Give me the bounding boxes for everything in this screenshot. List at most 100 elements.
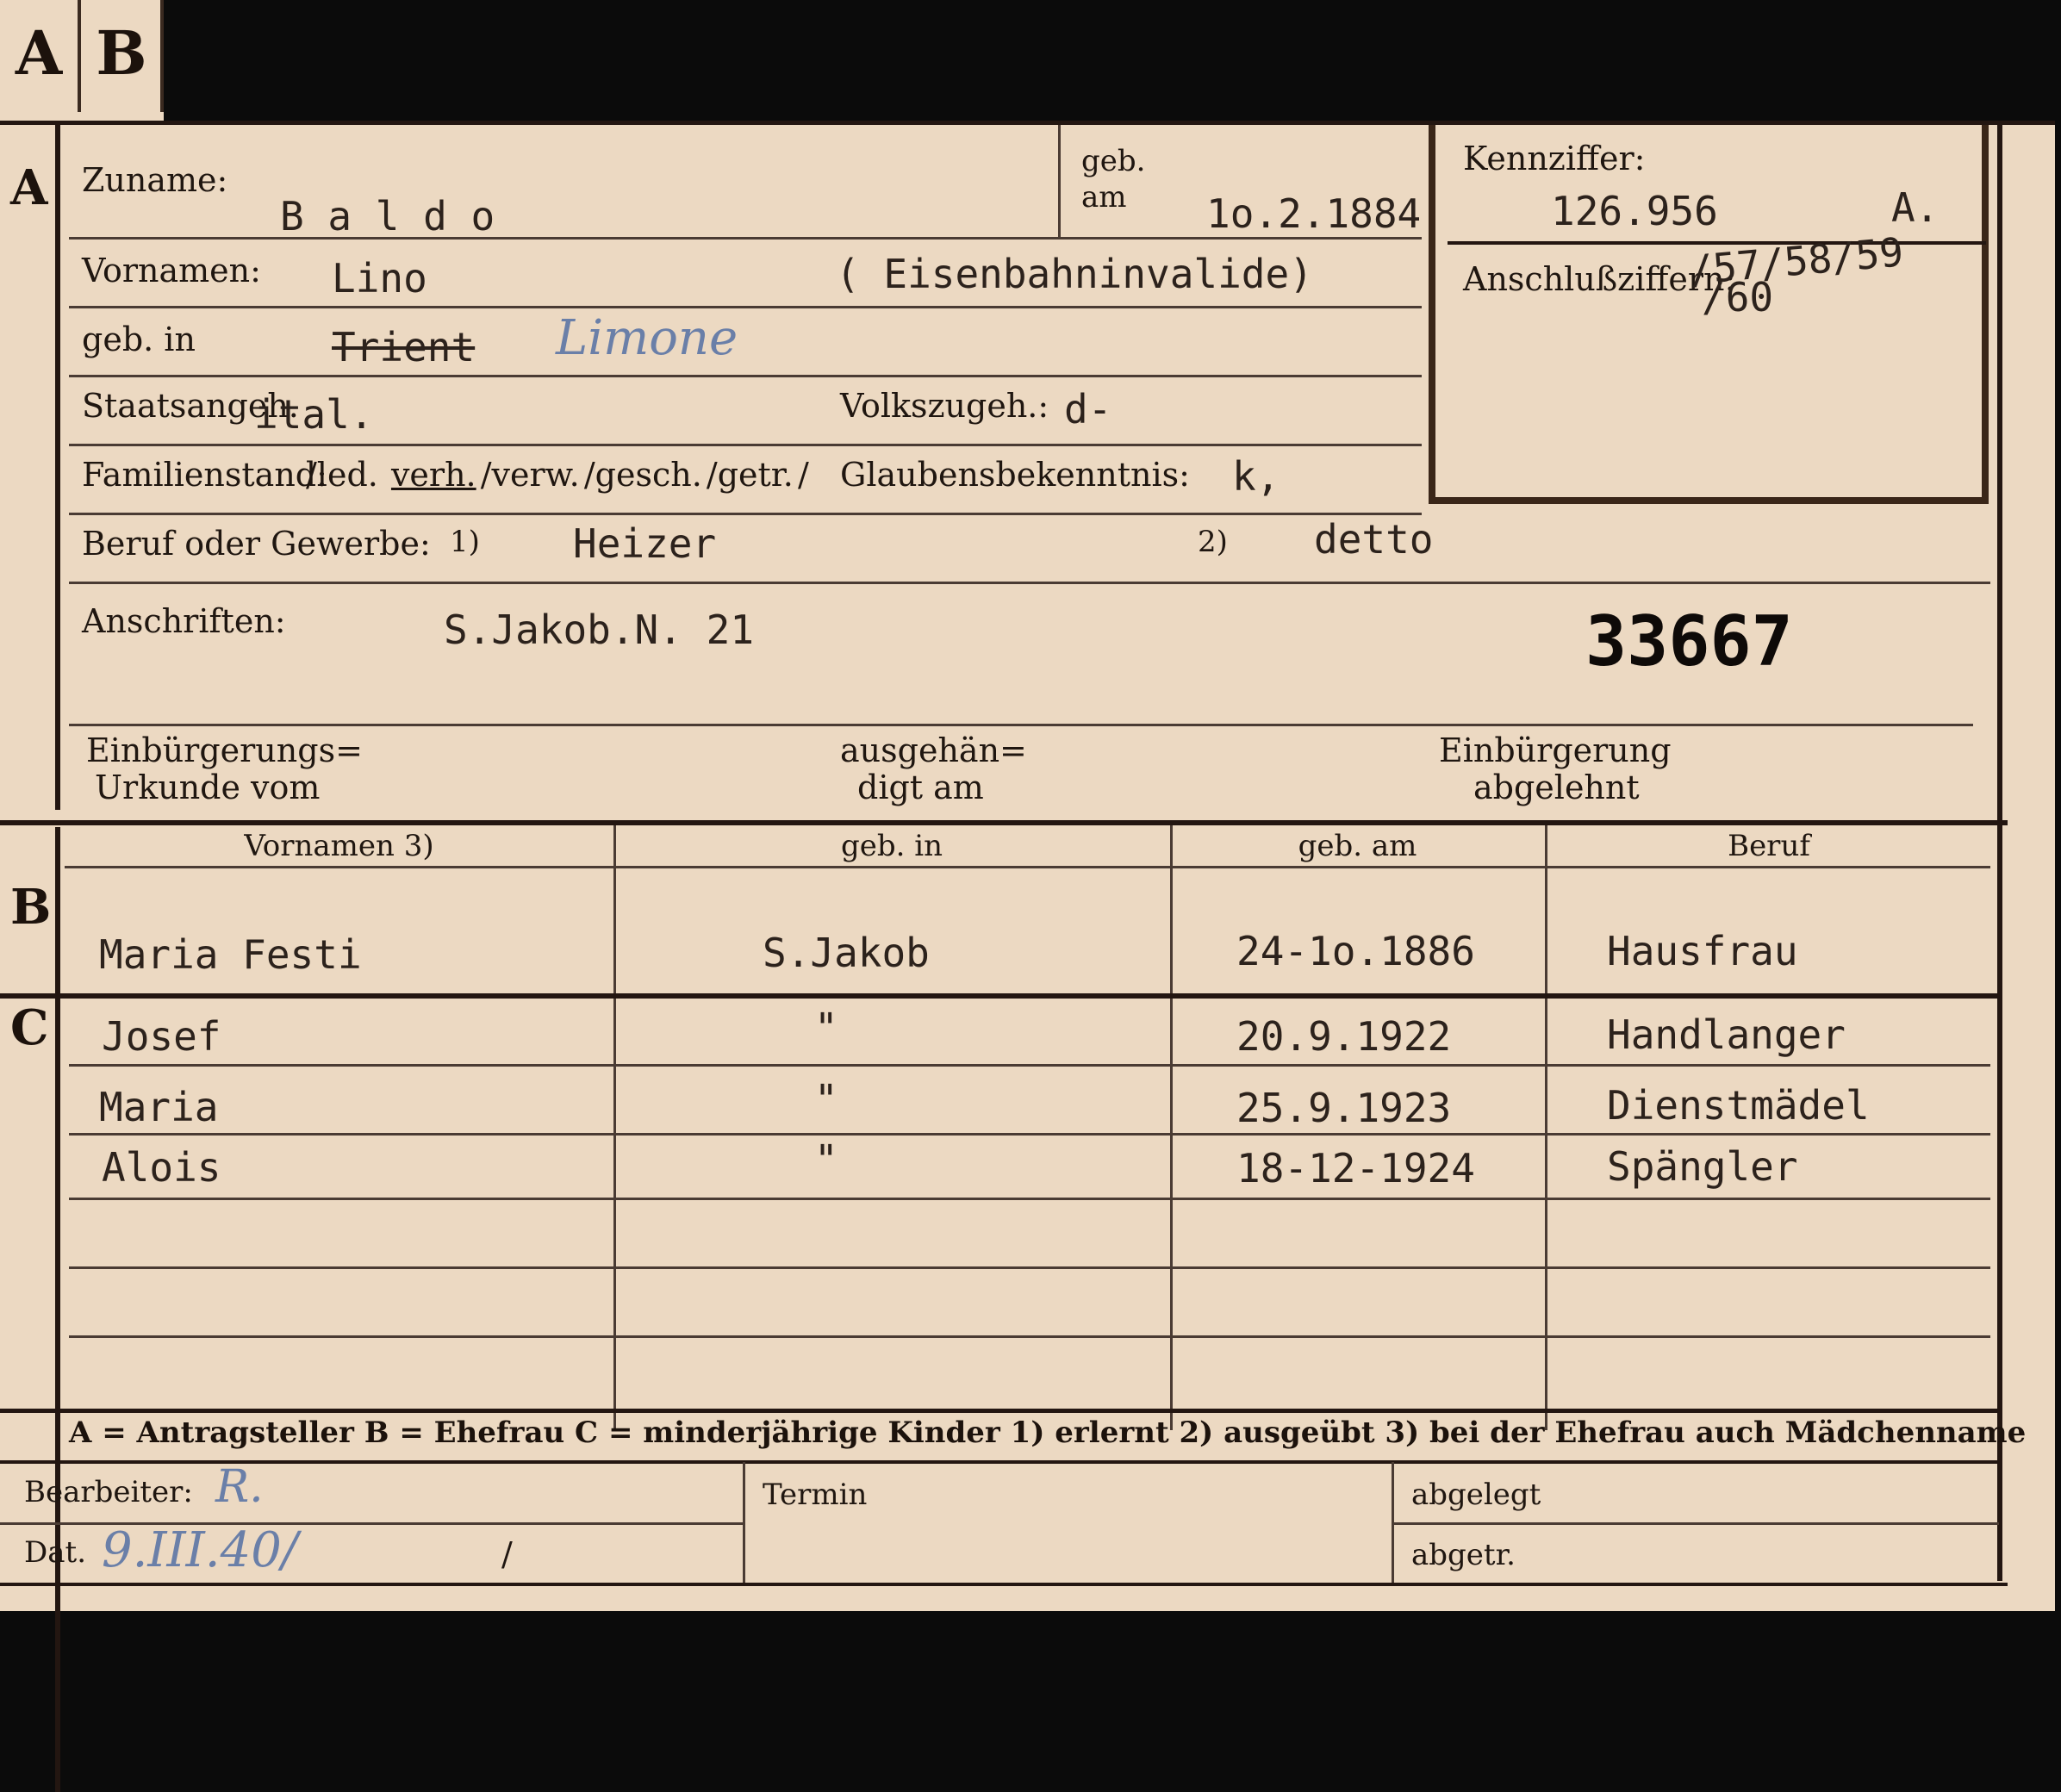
c-row-line-2: [69, 1133, 1990, 1136]
familienstand-getr: /getr.: [706, 456, 794, 494]
vornamen-note: ( Eisenbahninvalide): [836, 251, 1313, 297]
line-section-a-end: [0, 820, 2008, 825]
right-border: [1997, 125, 2002, 1581]
ausgehaendigt-label-1: ausgehän=: [840, 731, 1027, 769]
c-row2-geb-am: 25.9.1923: [1236, 1085, 1452, 1131]
b-header-beruf: Beruf: [1728, 829, 1810, 863]
beruf-label: Beruf oder Gewerbe:: [82, 525, 431, 563]
line-section-b-end: [0, 993, 1999, 999]
beruf-1-marker: 1): [450, 525, 480, 559]
tab-a-top-label: A: [15, 17, 63, 89]
c-row1-beruf: Handlanger: [1607, 1011, 1846, 1058]
footer-bottom-line: [0, 1583, 2008, 1586]
b-geb-am-value: 24-1o.1886: [1236, 928, 1475, 974]
c-row1-geb-in: ": [814, 1005, 838, 1051]
b-header-vornamen: Vornamen 3): [244, 829, 434, 863]
b-beruf-value: Hausfrau: [1607, 928, 1798, 974]
anschriften-label: Anschriften:: [82, 602, 286, 640]
b-header-geb-am: geb. am: [1298, 829, 1417, 863]
c-row3-geb-in: ": [814, 1136, 838, 1183]
abgetr-label: abgetr.: [1411, 1538, 1516, 1572]
c-row-line-4: [69, 1266, 1990, 1269]
geb-am-divider: [1058, 125, 1061, 237]
line-gebin: [69, 375, 1422, 377]
vornamen-value: Lino: [332, 255, 427, 302]
kennziffer-value: 126.956: [1551, 188, 1718, 234]
familienstand-ledig: /led.: [306, 456, 378, 494]
stamp-number: 33667: [1585, 601, 1793, 681]
familienstand-end: /: [797, 456, 809, 494]
kennziffer-label: Kennziffer:: [1463, 140, 1646, 177]
anschriften-value: S.Jakob.N. 21: [444, 607, 755, 653]
geb-am-label-2: am: [1081, 180, 1127, 215]
line-staatsangeh: [69, 444, 1422, 446]
anschluss-value-2: /60: [1702, 274, 1774, 320]
vornamen-label: Vornamen:: [82, 252, 261, 289]
einb-abgelehnt-label-1: Einbürgerung: [1439, 731, 1672, 769]
section-a-letter: A: [10, 159, 48, 216]
familienstand-verh: verh.: [390, 456, 476, 494]
geb-in-handwritten: Limone: [556, 310, 738, 366]
b-geb-in-value: S.Jakob: [763, 930, 930, 976]
left-rule-bc: [55, 827, 60, 1792]
c-row3-beruf: Spängler: [1607, 1143, 1798, 1190]
geb-in-label: geb. in: [82, 320, 196, 358]
familienstand-label: Familienstand:: [82, 456, 327, 494]
termin-label: Termin: [763, 1478, 868, 1512]
volkszugeh-label: Volkszugeh.:: [840, 387, 1049, 425]
line-beruf: [69, 582, 1990, 584]
line-familienstand: [69, 513, 1422, 515]
b-header-line: [65, 866, 1990, 868]
section-c-letter: C: [10, 999, 49, 1056]
registration-card: A B C Zuname: B a l d o geb. am 1o.2.188…: [0, 121, 2055, 1792]
c-row2-vornamen: Maria: [99, 1084, 219, 1130]
c-row-line-1: [69, 1064, 1990, 1067]
tab-a-top[interactable]: A: [0, 0, 81, 112]
ausgehaendigt-label-2: digt am: [857, 768, 984, 806]
c-row-line-3: [69, 1198, 1990, 1200]
familienstand-gesch: /gesch.: [583, 456, 702, 494]
c-row2-geb-in: ": [814, 1076, 838, 1123]
geb-am-label-1: geb.: [1081, 144, 1146, 178]
legend-top-line: [0, 1409, 1999, 1413]
beruf-2-value: detto: [1314, 516, 1434, 563]
dat-slash: /: [501, 1535, 513, 1573]
b-header-geb-in: geb. in: [840, 829, 943, 863]
zuname-label: Zuname:: [82, 161, 228, 199]
c-row1-vornamen: Josef: [102, 1013, 221, 1060]
staatsangeh-value: ital.: [254, 391, 374, 438]
c-row1-geb-am: 20.9.1922: [1236, 1013, 1452, 1060]
footer-divider-1: [743, 1462, 745, 1583]
line-zuname: [69, 237, 1422, 240]
b-vornamen-value: Maria Festi: [99, 931, 362, 978]
footer-line-right: [1392, 1522, 1999, 1525]
geb-am-value: 1o.2.1884: [1206, 194, 1422, 233]
dat-value: 9.III.40/: [102, 1522, 298, 1578]
section-b-letter: B: [10, 879, 52, 936]
line-vornamen: [69, 306, 1422, 308]
glaubens-label: Glaubensbekenntnis:: [840, 456, 1190, 494]
legend: A = Antragsteller B = Ehefrau C = minder…: [69, 1416, 2027, 1450]
kennziffer-suffix: A.: [1891, 184, 1940, 231]
beruf-2-marker: 2): [1198, 525, 1228, 559]
c-row-line-5: [69, 1335, 1990, 1338]
einb-urkunde-label-2: Urkunde vom: [95, 768, 321, 806]
c-row3-geb-am: 18-12-1924: [1236, 1145, 1475, 1192]
geb-in-struck: Trient: [332, 324, 476, 370]
bearbeiter-label: Bearbeiter:: [24, 1475, 193, 1509]
c-row2-beruf: Dienstmädel: [1607, 1082, 1870, 1129]
einb-abgelehnt-label-2: abgelehnt: [1473, 768, 1640, 806]
abgelegt-label: abgelegt: [1411, 1478, 1541, 1512]
tab-b-top[interactable]: B: [83, 0, 164, 112]
einb-urkunde-label-1: Einbürgerungs=: [86, 731, 363, 769]
familienstand-verw: /verw.: [480, 456, 580, 494]
legend-bottom-line: [0, 1460, 1999, 1464]
familienstand-options: /led. verh. /verw. /gesch. /getr. /: [306, 458, 809, 491]
c-row3-vornamen: Alois: [102, 1144, 221, 1191]
dat-label: Dat.: [24, 1535, 87, 1570]
left-rule-a: [55, 121, 60, 810]
beruf-1-value: Heizer: [573, 520, 717, 567]
line-anschriften: [69, 724, 1973, 726]
volkszugeh-value: d-: [1064, 386, 1112, 432]
tab-b-top-label: B: [96, 17, 147, 89]
